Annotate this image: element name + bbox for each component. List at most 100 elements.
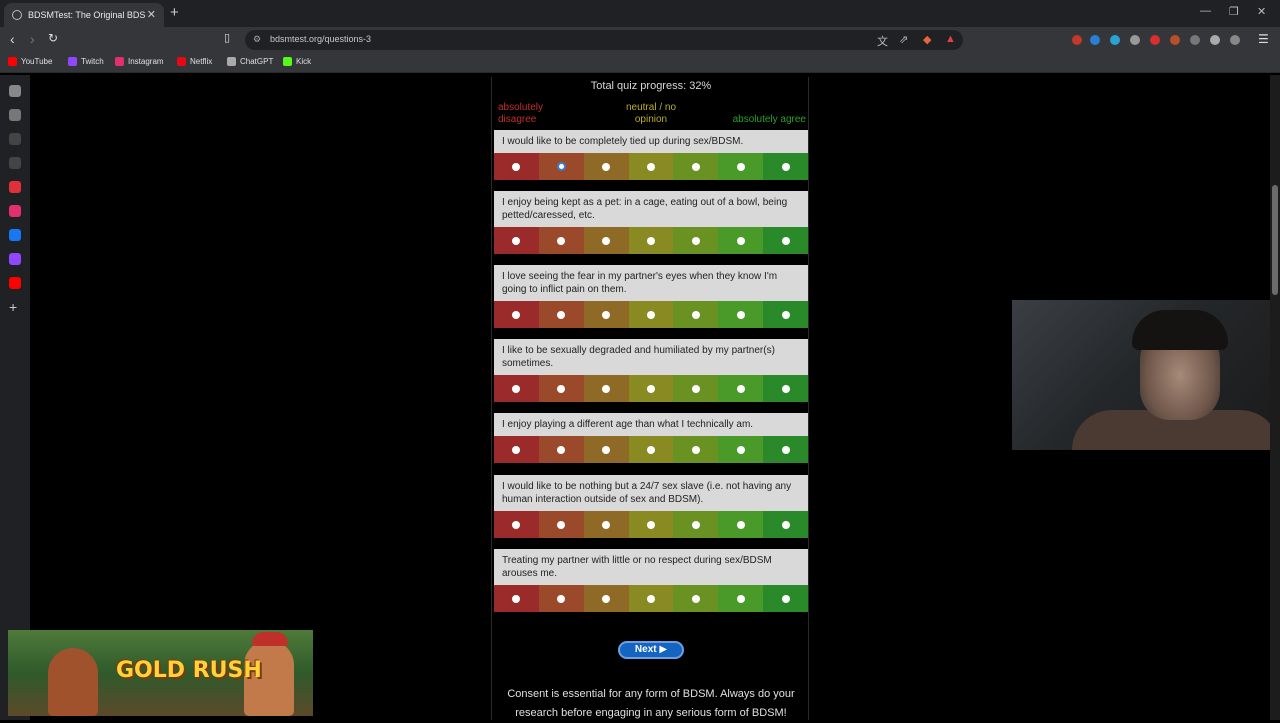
answer-option-4[interactable] <box>628 436 674 463</box>
radio-button[interactable] <box>557 384 566 393</box>
radio-button[interactable] <box>557 236 566 245</box>
bookmark-kick[interactable]: Kick <box>283 57 311 66</box>
answer-option-5[interactable] <box>673 511 719 538</box>
answer-option-3[interactable] <box>583 375 629 402</box>
answer-option-6[interactable] <box>718 585 764 612</box>
radio-button[interactable] <box>691 445 700 454</box>
answer-option-7[interactable] <box>763 227 809 254</box>
address-bar[interactable]: ⚙ bdsmtest.org/questions-3 文 ⇗ ◆ ▲ <box>245 30 963 50</box>
radio-button[interactable] <box>602 520 611 529</box>
instagram-icon[interactable] <box>9 205 21 217</box>
answer-option-5[interactable] <box>673 153 719 180</box>
radio-button[interactable] <box>602 236 611 245</box>
answer-option-2[interactable] <box>538 375 584 402</box>
back-icon[interactable]: ‹ <box>10 31 15 47</box>
menu-icon[interactable]: ☰ <box>1258 32 1269 46</box>
radio-button[interactable] <box>512 520 521 529</box>
next-button[interactable]: Next ▶ <box>618 641 684 659</box>
answer-option-3[interactable] <box>583 436 629 463</box>
answer-option-3[interactable] <box>583 227 629 254</box>
extension-icon[interactable] <box>1110 35 1120 45</box>
radio-button[interactable] <box>691 520 700 529</box>
answer-option-7[interactable] <box>763 585 809 612</box>
answer-option-6[interactable] <box>718 436 764 463</box>
radio-button[interactable] <box>602 594 611 603</box>
close-tab-icon[interactable]: ✕ <box>147 8 156 21</box>
answer-option-1[interactable] <box>494 227 539 254</box>
answer-option-4[interactable] <box>628 301 674 328</box>
facebook-icon[interactable] <box>9 229 21 241</box>
radio-button[interactable] <box>512 445 521 454</box>
radio-button[interactable] <box>647 445 655 454</box>
answer-option-3[interactable] <box>583 511 629 538</box>
answer-option-4[interactable] <box>628 511 674 538</box>
radio-button[interactable] <box>647 520 655 529</box>
radio-button[interactable] <box>781 236 790 245</box>
answer-option-5[interactable] <box>673 585 719 612</box>
bookmark-icon[interactable]: ▯ <box>224 31 230 44</box>
radio-button[interactable] <box>602 310 611 319</box>
radio-button[interactable] <box>736 594 745 603</box>
site-info-icon[interactable]: ⚙ <box>253 34 261 45</box>
answer-option-6[interactable] <box>718 153 764 180</box>
radio-button[interactable] <box>557 594 566 603</box>
answer-option-7[interactable] <box>763 375 809 402</box>
answer-option-1[interactable] <box>494 436 539 463</box>
brave-shield-icon[interactable]: ◆ <box>923 33 931 46</box>
extension-icon[interactable] <box>1072 35 1082 45</box>
radio-button[interactable] <box>647 384 655 393</box>
share-icon[interactable]: ⇗ <box>899 33 908 46</box>
radio-button[interactable] <box>781 594 790 603</box>
radio-button[interactable] <box>691 310 700 319</box>
answer-option-4[interactable] <box>628 375 674 402</box>
answer-option-3[interactable] <box>583 301 629 328</box>
answer-option-5[interactable] <box>673 436 719 463</box>
answer-option-1[interactable] <box>494 153 539 180</box>
radio-button[interactable] <box>647 310 655 319</box>
answer-option-1[interactable] <box>494 585 539 612</box>
radio-button[interactable] <box>647 236 655 245</box>
radio-button[interactable] <box>781 310 790 319</box>
answer-option-2[interactable] <box>538 301 584 328</box>
answer-option-6[interactable] <box>718 375 764 402</box>
extension-icon[interactable] <box>1130 35 1140 45</box>
bookmark-instagram[interactable]: Instagram <box>115 57 164 66</box>
browser-tab[interactable]: BDSMTest: The Original BDSM & ✕ <box>4 3 164 27</box>
close-window-icon[interactable]: ✕ <box>1257 5 1266 18</box>
answer-option-6[interactable] <box>718 227 764 254</box>
answer-option-5[interactable] <box>673 227 719 254</box>
youtube-icon[interactable] <box>9 277 21 289</box>
answer-option-2[interactable] <box>538 227 584 254</box>
radio-button[interactable] <box>647 162 655 171</box>
answer-option-2[interactable] <box>538 436 584 463</box>
radio-button[interactable] <box>602 162 611 171</box>
answer-option-3[interactable] <box>583 585 629 612</box>
answer-option-6[interactable] <box>718 511 764 538</box>
radio-button[interactable] <box>557 445 566 454</box>
radio-button[interactable] <box>557 310 566 319</box>
radio-button[interactable] <box>647 594 655 603</box>
url-text[interactable]: bdsmtest.org/questions-3 <box>270 34 371 44</box>
radio-button[interactable] <box>512 236 521 245</box>
reading-list-icon[interactable] <box>9 109 21 121</box>
radio-button[interactable] <box>736 236 745 245</box>
extensions-puzzle-icon[interactable] <box>1210 35 1220 45</box>
answer-option-5[interactable] <box>673 301 719 328</box>
answer-option-7[interactable] <box>763 511 809 538</box>
bookmark-youtube[interactable]: YouTube <box>8 57 52 66</box>
radio-button[interactable] <box>736 162 745 171</box>
extension-icon[interactable] <box>1170 35 1180 45</box>
extension-icon[interactable] <box>1190 35 1200 45</box>
answer-option-1[interactable] <box>494 301 539 328</box>
answer-option-1[interactable] <box>494 511 539 538</box>
add-panel-icon[interactable]: + <box>9 300 21 314</box>
rewards-icon[interactable]: ▲ <box>945 33 956 45</box>
minimize-icon[interactable]: — <box>1200 5 1211 17</box>
radio-button[interactable] <box>736 310 745 319</box>
bookmark-chatgpt[interactable]: ChatGPT <box>227 57 273 66</box>
translate-icon[interactable]: 文 <box>877 33 888 49</box>
radio-button[interactable] <box>736 520 745 529</box>
answer-option-6[interactable] <box>718 301 764 328</box>
restore-icon[interactable]: ❐ <box>1229 5 1239 18</box>
radio-button[interactable] <box>781 445 790 454</box>
